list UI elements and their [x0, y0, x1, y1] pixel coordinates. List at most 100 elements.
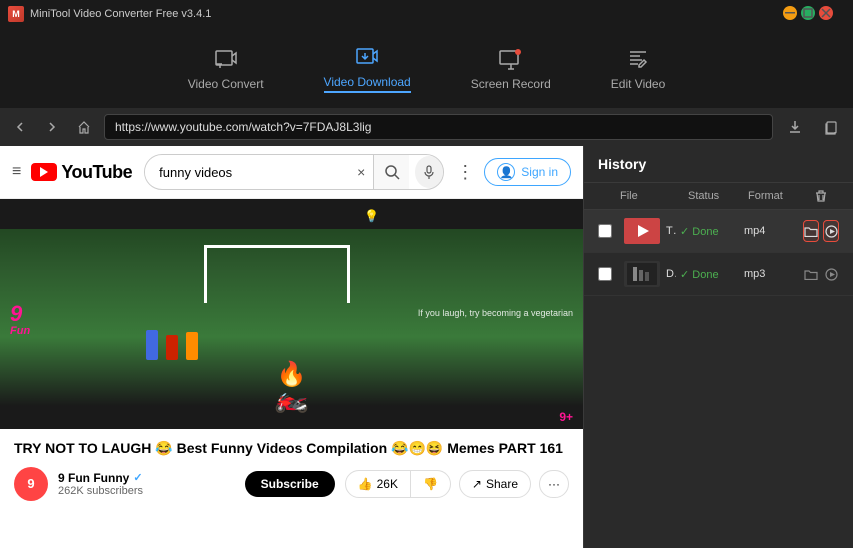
dislike-icon: 👎	[423, 477, 438, 491]
tab-screen-record[interactable]: Screen Record	[471, 45, 551, 91]
person-1	[146, 330, 158, 360]
history-status-2: ✓ Done	[680, 268, 740, 281]
address-bar	[0, 108, 853, 146]
top-nav: Video Convert Video Download Screen Reco…	[0, 28, 853, 108]
person-2	[166, 335, 178, 360]
history-actions-2	[803, 263, 839, 285]
tab-edit-video[interactable]: Edit Video	[611, 45, 666, 91]
main-area: ≡ YouTube × ⋮ 👤 Sign	[0, 146, 853, 548]
mic-button[interactable]	[415, 156, 443, 188]
channel-subscribers: 262K subscribers	[58, 485, 235, 497]
video-info: TRY NOT TO LAUGH 😂 Best Funny Videos Com…	[0, 429, 583, 511]
like-button[interactable]: 👍 26K	[346, 471, 411, 497]
forward-button[interactable]	[40, 115, 64, 139]
col-status: Status	[688, 190, 748, 202]
history-play-2[interactable]	[823, 263, 839, 285]
fire-effect: 🔥	[277, 360, 307, 389]
history-thumb-2	[624, 261, 660, 287]
history-file-cell-1: TRY N...	[624, 218, 676, 244]
history-title: History	[584, 146, 853, 183]
channel-info: 9 9 Fun Funny ✓ 262K subscribers Subscri…	[14, 467, 569, 501]
minimize-button[interactable]	[783, 6, 797, 20]
screen-record-icon	[497, 45, 525, 73]
history-checkbox-1[interactable]	[598, 224, 612, 238]
hamburger-menu[interactable]: ≡	[12, 163, 21, 181]
youtube-icon	[31, 163, 57, 181]
fun-badge2: 9+	[559, 410, 573, 424]
dislike-button[interactable]: 👎	[411, 471, 450, 497]
video-convert-icon	[212, 45, 240, 73]
like-count: 26K	[377, 477, 398, 491]
history-play-1[interactable]	[823, 220, 839, 242]
soccer-field: 9 Fun If you laugh, try becoming a veget…	[0, 199, 583, 429]
history-open-folder-1[interactable]	[803, 220, 819, 242]
youtube-search: ×	[144, 154, 444, 190]
channel-name-row: 9 Fun Funny ✓	[58, 471, 235, 485]
video-title: TRY NOT TO LAUGH 😂 Best Funny Videos Com…	[14, 439, 569, 459]
channel-name: 9 Fun Funny	[58, 471, 129, 485]
history-checkbox-2[interactable]	[598, 267, 612, 281]
sign-in-icon: 👤	[497, 163, 515, 181]
col-file: File	[620, 190, 688, 202]
download-button[interactable]	[781, 113, 809, 141]
url-input[interactable]	[104, 114, 773, 140]
title-bar: M MiniTool Video Converter Free v3.4.1	[0, 0, 853, 28]
verified-icon: ✓	[133, 471, 142, 484]
maximize-button[interactable]	[801, 6, 815, 20]
tab-edit-video-label: Edit Video	[611, 77, 666, 91]
history-open-folder-2[interactable]	[803, 263, 819, 285]
like-icon: 👍	[358, 477, 373, 491]
tab-video-download-label: Video Download	[324, 75, 411, 93]
share-icon: ↗	[472, 477, 482, 491]
person-3	[186, 332, 198, 360]
light-effect: 💡	[364, 209, 379, 223]
more-options-button[interactable]: ⋮	[456, 162, 474, 183]
history-table-header: File Status Format	[584, 183, 853, 210]
sign-in-label: Sign in	[521, 165, 558, 179]
youtube-header-right: ⋮ 👤 Sign in	[456, 158, 571, 186]
video-player[interactable]: 9 Fun If you laugh, try becoming a veget…	[0, 199, 583, 429]
youtube-text: YouTube	[61, 162, 132, 183]
video-download-icon	[353, 43, 381, 71]
history-format-2: mp3	[744, 268, 799, 280]
youtube-header: ≡ YouTube × ⋮ 👤 Sign	[0, 146, 583, 199]
youtube-logo: YouTube	[31, 162, 132, 183]
tab-video-convert-label: Video Convert	[188, 77, 264, 91]
edit-video-icon	[624, 45, 652, 73]
history-row-2: Dream... ✓ Done mp3	[584, 253, 853, 296]
share-button[interactable]: ↗ Share	[459, 470, 531, 498]
share-label: Share	[486, 477, 518, 491]
channel-avatar[interactable]: 9	[14, 467, 48, 501]
delete-all-button[interactable]	[803, 189, 839, 203]
more-actions-button[interactable]: ···	[539, 470, 569, 498]
goal-post	[204, 245, 350, 303]
sign-in-button[interactable]: 👤 Sign in	[484, 158, 571, 186]
tab-screen-record-label: Screen Record	[471, 77, 551, 91]
close-button[interactable]	[819, 6, 833, 20]
search-submit-button[interactable]	[373, 155, 409, 189]
channel-details: 9 Fun Funny ✓ 262K subscribers	[58, 471, 235, 497]
clipboard-button[interactable]	[817, 113, 845, 141]
video-actions: 👍 26K 👎 ↗ Share ···	[345, 470, 569, 498]
like-dislike-group: 👍 26K 👎	[345, 470, 451, 498]
browser-pane[interactable]: ≡ YouTube × ⋮ 👤 Sign	[0, 146, 583, 548]
tab-video-download[interactable]: Video Download	[324, 43, 411, 93]
history-filename-2: Dream...	[666, 268, 676, 280]
history-filename-1: TRY N...	[666, 225, 676, 237]
history-panel: History File Status Format TRY N... ✓ Do…	[583, 146, 853, 548]
history-row-1: TRY N... ✓ Done mp4	[584, 210, 853, 253]
search-clear-button[interactable]: ×	[349, 164, 373, 180]
col-format: Format	[748, 190, 803, 202]
history-actions-1	[803, 220, 839, 242]
subscribe-button[interactable]: Subscribe	[245, 471, 335, 497]
home-button[interactable]	[72, 115, 96, 139]
fun-badge: 9 Fun	[10, 303, 30, 337]
back-button[interactable]	[8, 115, 32, 139]
tab-video-convert[interactable]: Video Convert	[188, 45, 264, 91]
app-icon: M	[8, 6, 24, 22]
history-status-1: ✓ Done	[680, 225, 740, 238]
video-overlay-text: If you laugh, try becoming a vegetarian	[418, 308, 573, 320]
history-thumb-1	[624, 218, 660, 244]
search-input[interactable]	[145, 159, 349, 186]
history-format-1: mp4	[744, 225, 799, 237]
